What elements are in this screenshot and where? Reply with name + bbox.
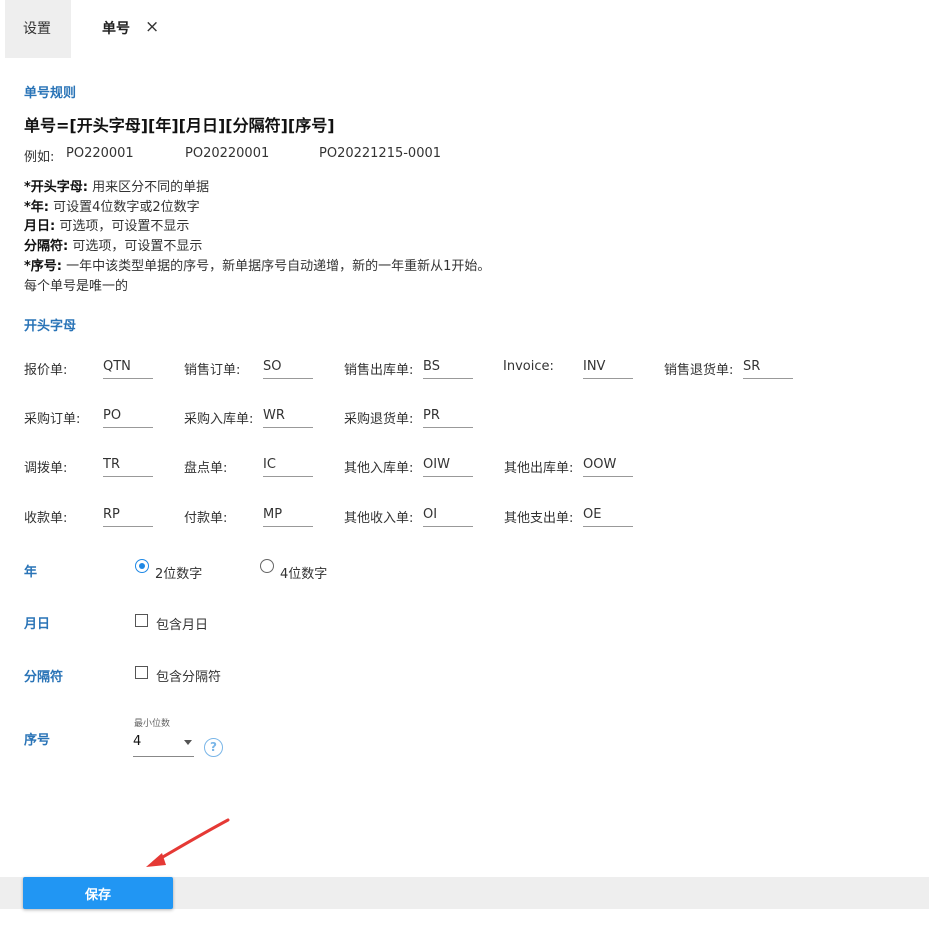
label-invoice: Invoice: — [503, 359, 554, 374]
unique-note: 每个单号是唯一的 — [24, 279, 129, 294]
other-outbound-prefix-input[interactable] — [583, 453, 633, 477]
other-expense-prefix-input[interactable] — [583, 503, 633, 527]
purchase-inbound-prefix-input[interactable] — [263, 404, 313, 428]
purchase-return-prefix-input[interactable] — [423, 404, 473, 428]
label-payment: 付款单: — [184, 511, 228, 526]
annotation-arrow-icon — [146, 818, 230, 867]
min-digits-select[interactable]: 4 — [133, 731, 194, 757]
label-inventory-count: 盘点单: — [184, 461, 228, 476]
purchase-order-prefix-input[interactable] — [103, 404, 153, 428]
example-label: 例如: — [24, 150, 55, 165]
desc-separator: 分隔符: 可选项，可设置不显示 — [24, 235, 202, 254]
desc-text: 可设置4位数字或2位数字 — [53, 200, 200, 215]
label-transfer: 调拨单: — [24, 461, 68, 476]
quotation-prefix-input[interactable] — [103, 355, 153, 379]
sales-order-prefix-input[interactable] — [263, 355, 313, 379]
desc-key: *年: — [24, 200, 49, 215]
example-2: PO20220001 — [185, 146, 270, 161]
year-label: 年 — [24, 565, 38, 580]
example-3: PO20221215-0001 — [319, 146, 442, 161]
min-digits-value: 4 — [133, 734, 142, 749]
label-purchase-inbound: 采购入库单: — [184, 412, 254, 427]
desc-text: 一年中该类型单据的序号，新单据序号自动递增，新的一年重新从1开始。 — [66, 259, 491, 274]
monthday-label: 月日 — [24, 617, 51, 632]
tab-settings[interactable]: 设置 — [5, 0, 71, 58]
label-sales-outbound: 销售出库单: — [344, 363, 414, 378]
desc-prefix: *开头字母: 用来区分不同的单据 — [24, 176, 209, 195]
year-4digit-label[interactable]: 4位数字 — [280, 563, 327, 582]
rule-title: 单号规则 — [24, 86, 77, 101]
sales-outbound-prefix-input[interactable] — [423, 355, 473, 379]
desc-key: *序号: — [24, 259, 62, 274]
label-sales-order: 销售订单: — [184, 363, 241, 378]
desc-text: 可选项，可设置不显示 — [72, 239, 203, 254]
label-purchase-order: 采购订单: — [24, 412, 81, 427]
label-purchase-return: 采购退货单: — [344, 412, 414, 427]
payment-prefix-input[interactable] — [263, 503, 313, 527]
label-sales-return: 销售退货单: — [664, 363, 734, 378]
label-quotation: 报价单: — [24, 363, 68, 378]
sales-return-prefix-input[interactable] — [743, 355, 793, 379]
label-other-inbound: 其他入库单: — [344, 461, 414, 476]
desc-sequence: *序号: 一年中该类型单据的序号，新单据序号自动递增，新的一年重新从1开始。 — [24, 255, 490, 274]
desc-key: 分隔符: — [24, 239, 69, 254]
desc-year: *年: 可设置4位数字或2位数字 — [24, 196, 200, 215]
invoice-prefix-input[interactable] — [583, 355, 633, 379]
receipt-prefix-input[interactable] — [103, 503, 153, 527]
example-1: PO220001 — [66, 146, 134, 161]
sequence-label: 序号 — [24, 733, 51, 748]
close-icon[interactable]: × — [145, 17, 159, 37]
help-icon[interactable]: ? — [204, 738, 223, 757]
desc-monthday: 月日: 可选项，可设置不显示 — [24, 215, 189, 234]
separator-label: 分隔符 — [24, 670, 64, 685]
min-digits-label: 最小位数 — [134, 719, 171, 729]
desc-key: *开头字母: — [24, 180, 88, 195]
label-receipt: 收款单: — [24, 511, 68, 526]
monthday-checkbox[interactable] — [135, 614, 148, 627]
year-2digit-radio[interactable] — [135, 559, 149, 573]
separator-checkbox-label[interactable]: 包含分隔符 — [156, 666, 221, 685]
save-button[interactable]: 保存 — [23, 877, 173, 909]
inventory-count-prefix-input[interactable] — [263, 453, 313, 477]
prefix-title: 开头字母 — [24, 319, 77, 334]
transfer-prefix-input[interactable] — [103, 453, 153, 477]
desc-text: 可选项，可设置不显示 — [59, 219, 190, 234]
monthday-checkbox-label[interactable]: 包含月日 — [156, 614, 208, 633]
label-other-outbound: 其他出库单: — [504, 461, 574, 476]
label-other-expense: 其他支出单: — [504, 511, 574, 526]
label-other-income: 其他收入单: — [344, 511, 414, 526]
rule-formula: 单号=[开头字母][年][月日][分隔符][序号] — [24, 116, 335, 135]
year-2digit-label[interactable]: 2位数字 — [155, 563, 202, 582]
other-income-prefix-input[interactable] — [423, 503, 473, 527]
other-inbound-prefix-input[interactable] — [423, 453, 473, 477]
separator-checkbox[interactable] — [135, 666, 148, 679]
desc-key: 月日: — [24, 219, 56, 234]
dropdown-arrow-icon — [184, 740, 192, 745]
desc-text: 用来区分不同的单据 — [92, 180, 210, 195]
year-4digit-radio[interactable] — [260, 559, 274, 573]
